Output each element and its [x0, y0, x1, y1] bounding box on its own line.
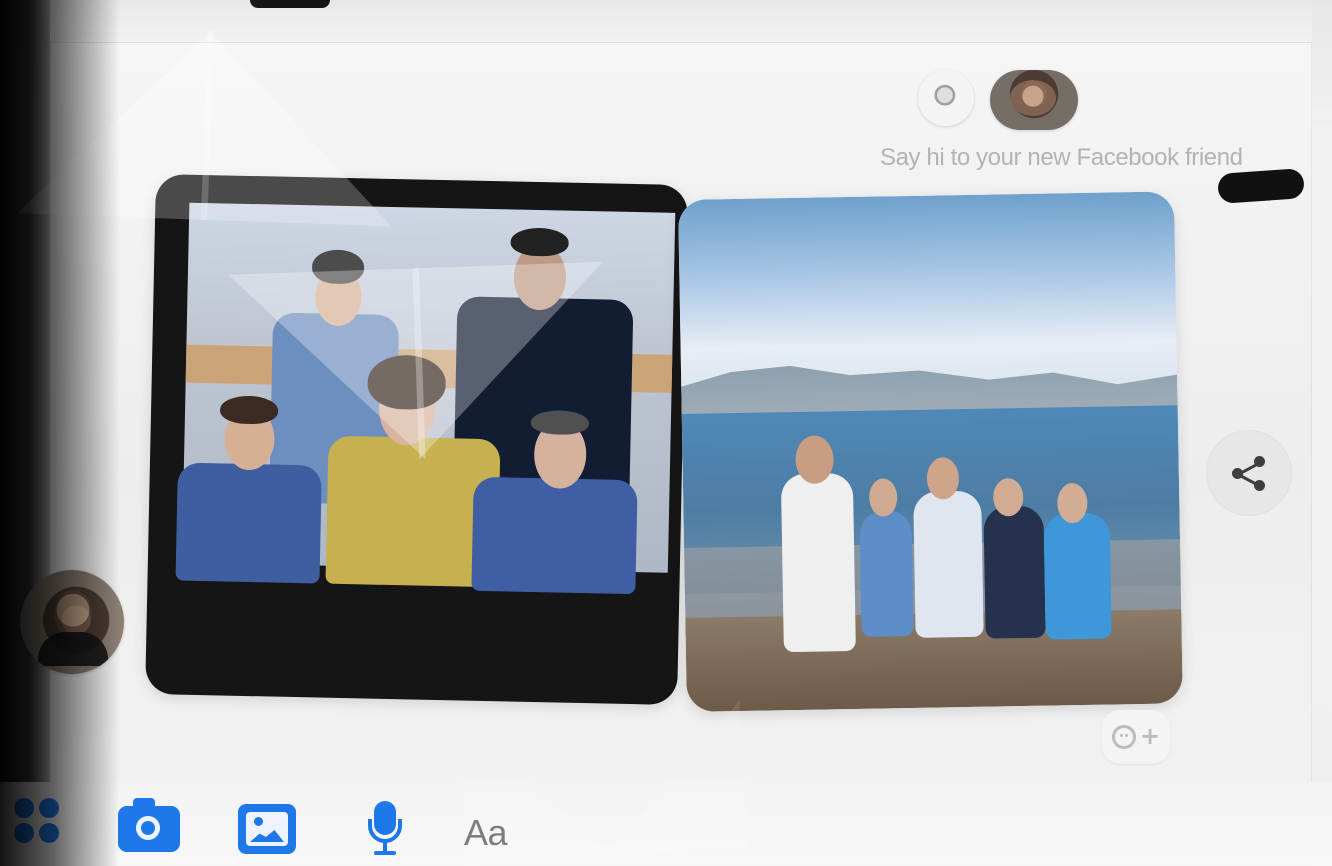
photo-person — [913, 490, 984, 638]
photo-person — [471, 476, 638, 595]
gallery-sun — [254, 817, 263, 826]
photo-person — [780, 472, 856, 653]
top-bar — [50, 0, 1312, 43]
share-dot — [1232, 468, 1243, 479]
menu-dot — [14, 823, 34, 843]
photo-person — [1043, 512, 1112, 640]
family-photo-right[interactable] — [678, 191, 1183, 712]
family-photo-left[interactable] — [145, 174, 688, 706]
plus-icon: + — [1139, 722, 1161, 750]
gallery-button[interactable] — [236, 798, 298, 860]
add-reaction-button[interactable]: + — [1102, 710, 1170, 764]
friend-avatar-small — [918, 70, 974, 126]
share-dot — [1254, 480, 1265, 491]
camera-icon — [118, 798, 180, 852]
friend-avatar-large — [990, 70, 1078, 130]
microphone-icon — [365, 801, 405, 857]
message-composer — [0, 782, 1332, 866]
photo-person — [859, 509, 914, 637]
photo-person — [175, 462, 322, 584]
voice-button[interactable] — [354, 798, 416, 860]
mic-arc — [368, 819, 402, 843]
message-input-placeholder[interactable]: Aa — [464, 812, 508, 854]
photo-hair — [530, 409, 590, 436]
redaction-mark — [1217, 168, 1305, 204]
camera-button[interactable] — [118, 798, 180, 860]
photo-person — [983, 505, 1046, 639]
mic-base — [374, 851, 396, 855]
menu-dot — [14, 798, 34, 818]
gallery-icon — [238, 804, 296, 854]
menu-dot — [39, 798, 59, 818]
smile-icon — [1111, 725, 1136, 749]
top-accent — [250, 0, 330, 8]
share-dot — [1254, 456, 1265, 467]
share-icon — [1230, 454, 1268, 492]
photo-hair — [367, 354, 447, 411]
messenger-screen: Say hi to your new Facebook friend + Aa … — [0, 0, 1332, 866]
menu-button[interactable] — [8, 798, 62, 860]
intro-text: Say hi to your new Facebook friend — [880, 144, 1243, 171]
mic-stand — [383, 841, 387, 851]
camera-lens — [136, 816, 160, 840]
message-media-group — [145, 174, 1183, 712]
share-button[interactable] — [1206, 430, 1292, 516]
sender-avatar[interactable] — [20, 570, 124, 674]
photo-hair — [311, 249, 365, 285]
menu-dot — [39, 823, 59, 843]
photo-hair — [510, 227, 569, 257]
photo-hair — [219, 395, 279, 425]
